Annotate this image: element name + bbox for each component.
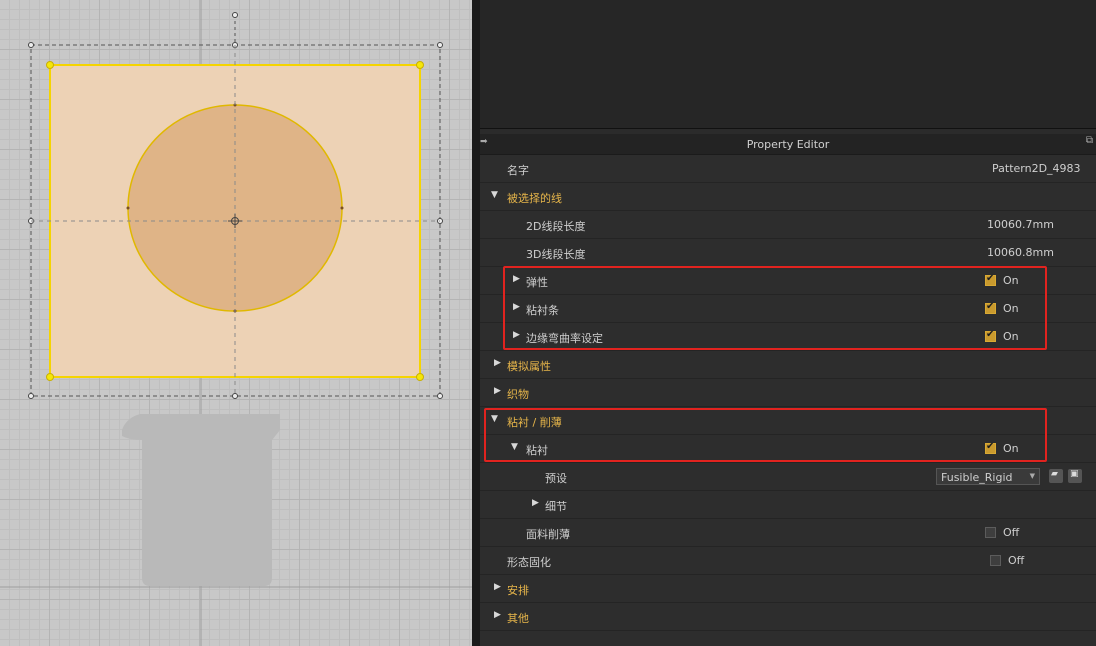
row-preset: 预设 Fusible_Rigid ▼ ▰ ▣ — [480, 463, 1096, 491]
arrange-label: 安排 — [507, 584, 529, 597]
property-editor-panel: ➡ Property Editor ⧉ 名字 Pattern2D_4983 ▼ … — [480, 134, 1096, 646]
skive-checkbox[interactable] — [985, 527, 996, 538]
preset-dropdown[interactable]: Fusible_Rigid ▼ — [936, 468, 1040, 485]
expand-arrow-icon[interactable]: ▶ — [494, 386, 501, 396]
preset-value: Fusible_Rigid — [941, 471, 1013, 484]
skive-label: 面料削薄 — [526, 528, 570, 541]
open-folder-icon[interactable]: ▰ — [1049, 469, 1063, 483]
simulation-label: 模拟属性 — [507, 360, 551, 373]
property-editor-title: Property Editor — [746, 138, 830, 151]
name-label: 名字 — [507, 164, 529, 177]
object-browser-panel — [480, 0, 1096, 129]
row-solidify[interactable]: 形态固化 Off — [480, 547, 1096, 575]
len2d-label: 2D线段长度 — [526, 220, 586, 233]
other-label: 其他 — [507, 612, 529, 625]
expand-arrow-icon[interactable]: ▶ — [494, 358, 501, 368]
len2d-value: 10060.7mm — [987, 218, 1054, 231]
panel-splitter[interactable] — [472, 0, 480, 646]
solidify-label: 形态固化 — [507, 556, 551, 569]
highlight-box-line-props — [503, 266, 1047, 350]
solidify-state: Off — [1008, 554, 1025, 567]
row-len3d: 3D线段长度 10060.8mm — [480, 239, 1096, 267]
row-skive[interactable]: 面料削薄 Off — [480, 519, 1096, 547]
pattern-2d-canvas[interactable] — [0, 0, 472, 646]
preset-label: 预设 — [545, 472, 567, 485]
collapse-arrow-icon[interactable]: ▼ — [491, 190, 498, 200]
chevron-down-icon: ▼ — [1029, 472, 1035, 480]
selected-line-label: 被选择的线 — [507, 192, 562, 205]
property-editor-header: ➡ Property Editor ⧉ — [480, 134, 1096, 155]
len3d-label: 3D线段长度 — [526, 248, 586, 261]
pattern-window-svg[interactable] — [0, 0, 472, 646]
row-selected-line[interactable]: ▼ 被选择的线 — [480, 183, 1096, 211]
row-name: 名字 Pattern2D_4983 — [480, 155, 1096, 183]
solidify-checkbox[interactable] — [990, 555, 1001, 566]
row-detail[interactable]: ▶ 细节 — [480, 491, 1096, 519]
skive-state: Off — [1003, 526, 1020, 539]
name-value[interactable]: Pattern2D_4983 — [992, 162, 1081, 175]
row-len2d: 2D线段长度 10060.7mm — [480, 211, 1096, 239]
expand-arrow-icon[interactable]: ▶ — [494, 582, 501, 592]
row-simulation[interactable]: ▶ 模拟属性 — [480, 351, 1096, 379]
highlight-box-fuse — [484, 408, 1047, 462]
rotate-handle[interactable] — [232, 12, 238, 18]
fabric-label: 织物 — [507, 388, 529, 401]
expand-arrow-icon[interactable]: ▶ — [494, 610, 501, 620]
detail-label: 细节 — [545, 500, 567, 513]
row-fabric[interactable]: ▶ 织物 — [480, 379, 1096, 407]
popout-icon[interactable]: ⧉ — [1086, 135, 1093, 146]
expand-arrow-icon[interactable]: ▶ — [532, 498, 539, 508]
row-other[interactable]: ▶ 其他 — [480, 603, 1096, 631]
len3d-value: 10060.8mm — [987, 246, 1054, 259]
save-icon[interactable]: ▣ — [1068, 469, 1082, 483]
avatar-silhouette — [122, 414, 280, 586]
row-arrange[interactable]: ▶ 安排 — [480, 575, 1096, 603]
